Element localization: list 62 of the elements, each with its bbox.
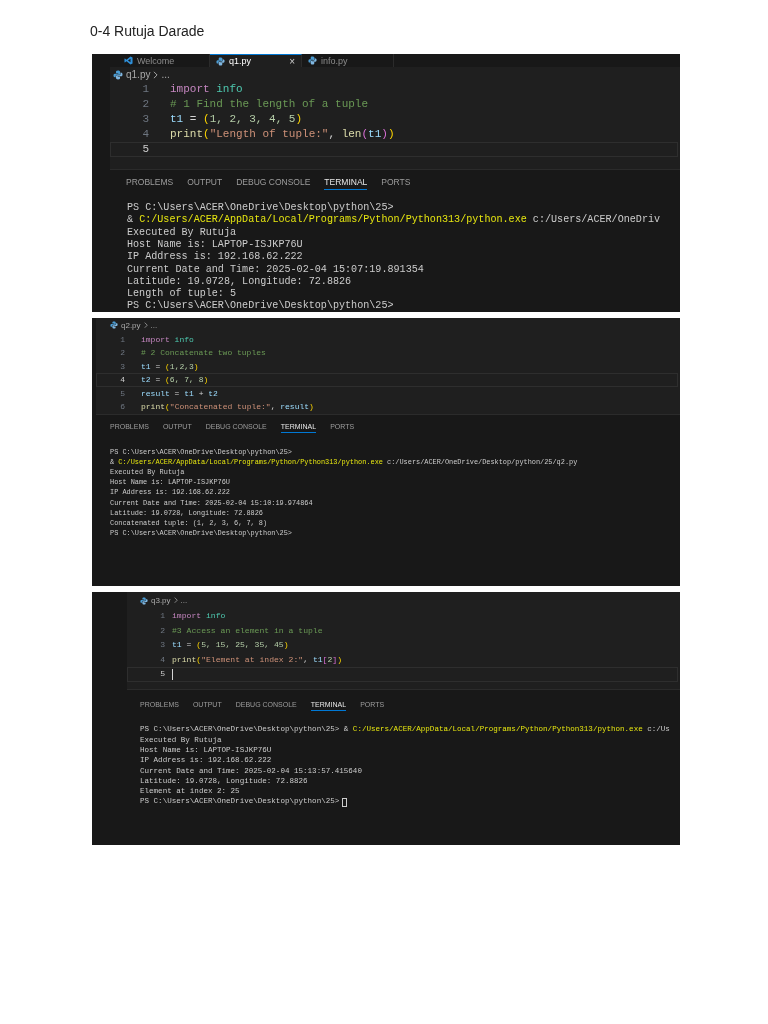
line-number: 6 <box>119 403 125 412</box>
close-icon[interactable]: × <box>289 55 295 67</box>
chevron-right-icon <box>143 322 148 329</box>
code-line: import info <box>172 610 226 623</box>
line-number: 2 <box>141 99 149 110</box>
code-line: import info <box>141 333 194 346</box>
line-number: 4 <box>119 376 125 385</box>
terminal-line: Current Date and Time: 2025-02-04 15:07:19.891354 <box>127 264 424 275</box>
code-line: #3 Access an element in a tuple <box>172 624 323 637</box>
line-number: 2 <box>119 349 125 358</box>
code-line: t1 = (5, 15, 25, 35, 45) <box>172 639 289 652</box>
terminal-line: Executed By Rutuja <box>127 227 237 238</box>
page-heading: 0-4 Rutuja Darade <box>90 23 205 39</box>
chevron-right-icon <box>153 70 159 79</box>
editor-tab[interactable]: q1.py × <box>210 54 302 67</box>
line-number: 5 <box>159 670 165 679</box>
panel-tab[interactable]: DEBUG CONSOLE <box>236 175 311 190</box>
editor-logo-icon <box>124 56 133 65</box>
terminal-line: & C:/Users/ACER/AppData/Local/Programs/Python/Python313/python.exe c:/Users/ACER/OneDriv <box>127 215 661 226</box>
line-number: 3 <box>119 362 125 371</box>
python-file-icon <box>308 56 317 65</box>
panel-tab[interactable]: OUTPUT <box>187 175 223 190</box>
breadcrumb-more[interactable]: ... <box>161 69 170 80</box>
terminal-line: Host Name is: LAPTOP-ISJKP76U <box>127 240 303 251</box>
line-number: 4 <box>141 129 149 140</box>
terminal-line: PS C:\Users\ACER\OneDrive\Desktop\python\25> <box>127 301 394 312</box>
chevron-right-icon <box>173 597 178 604</box>
breadcrumb-more[interactable]: ... <box>180 596 188 605</box>
python-file-icon <box>140 596 148 605</box>
code-line: import info <box>170 83 243 96</box>
line-number: 2 <box>159 626 165 635</box>
breadcrumb-file[interactable]: q3.py <box>151 596 171 605</box>
python-file-icon <box>110 321 118 330</box>
code-line: result = t1 + t2 <box>141 387 218 400</box>
panel-tab[interactable]: PORTS <box>381 175 411 190</box>
breadcrumb-more[interactable]: ... <box>150 320 158 330</box>
code-line: t2 = (6, 7, 8) <box>141 374 209 386</box>
line-number: 5 <box>141 144 149 155</box>
terminal-line: PS C:\Users\ACER\OneDrive\Desktop\python\25> <box>127 203 394 214</box>
code-line: # 2 Concatenate two tuples <box>141 347 266 359</box>
line-number: 5 <box>119 389 125 398</box>
code-line: print("Concatenated tuple:", result) <box>141 401 314 413</box>
line-number: 4 <box>159 655 165 664</box>
breadcrumb-file[interactable]: q2.py <box>121 320 141 330</box>
line-number: 3 <box>159 641 165 650</box>
terminal-line: Length of tuple: 5 <box>127 289 237 300</box>
python-file-icon <box>113 69 123 80</box>
line-number: 1 <box>119 335 125 344</box>
line-number: 3 <box>141 114 149 125</box>
code-line: t1 = (1, 2, 3, 4, 5) <box>170 113 303 126</box>
line-number: 1 <box>141 84 149 95</box>
line-number: 1 <box>159 612 165 621</box>
code-line: print("Length of tuple:", len(t1)) <box>170 128 395 141</box>
panel-tab[interactable]: PROBLEMS <box>126 175 174 190</box>
terminal-line: Latitude: 19.0728, Longitude: 72.8826 <box>127 276 352 287</box>
python-file-icon <box>216 56 225 66</box>
code-line: t1 = (1,2,3) <box>141 360 199 373</box>
panel-tab[interactable]: TERMINAL <box>324 175 368 190</box>
code-line: # 1 Find the length of a tuple <box>170 98 369 111</box>
breadcrumb-file[interactable]: q1.py <box>126 69 151 80</box>
terminal-line: IP Address is: 192.168.62.222 <box>127 252 303 263</box>
code-line: print("Element at index 2:", t1[2]) <box>172 653 343 666</box>
